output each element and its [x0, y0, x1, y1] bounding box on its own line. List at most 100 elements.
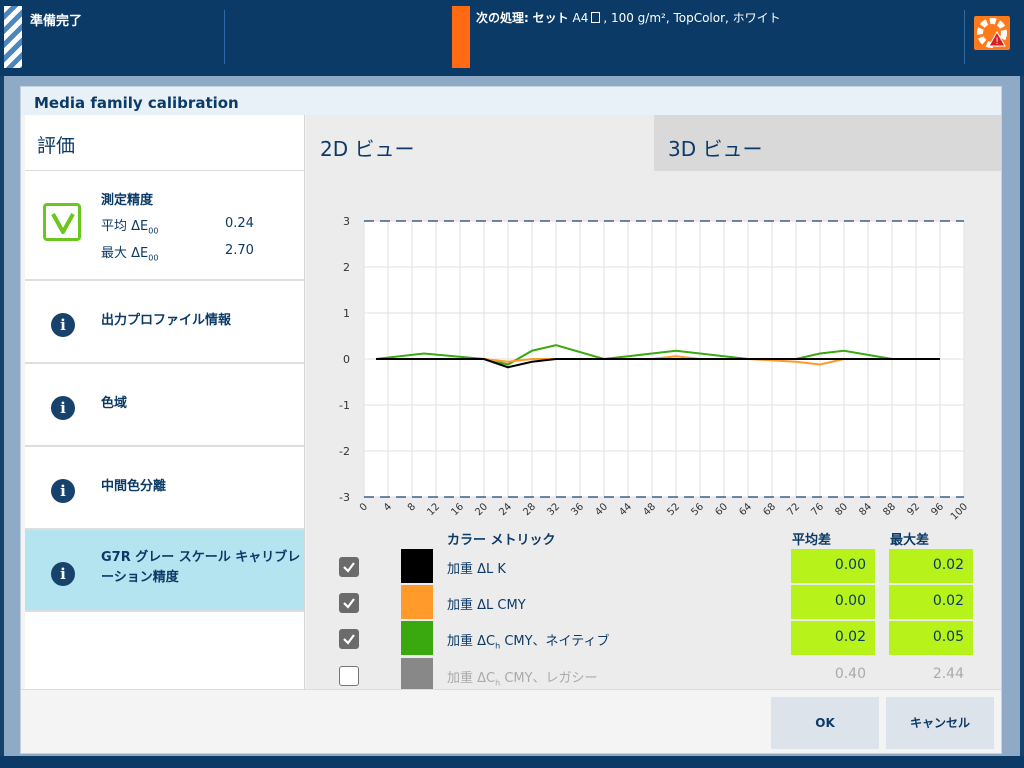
x-tick-label: 20 — [473, 501, 490, 518]
average-delta-e-value: 0.24 — [225, 216, 254, 231]
x-tick-label: 44 — [617, 501, 634, 518]
printer-status: 準備完了 — [30, 14, 83, 29]
media-family-calibration-dialog: Media family calibration 評価 測定精度 平均 ΔE00… — [20, 86, 1002, 754]
x-tick-label: 52 — [665, 501, 682, 518]
next-job-name: セット — [532, 11, 569, 25]
tab-3d-view[interactable]: 3D ビュー — [654, 115, 1001, 171]
printer-status-bar: 準備完了 次の処理: セット A4 , 100 g/m², TopColor, ホ… — [0, 0, 1024, 76]
grayscale-deviation-chart: 0 4 8 12 16 20 24 28 32 36 40 44 48 52 56 60 64 68 72 76 80 8… — [339, 215, 970, 523]
metric-name-header: カラー メトリック — [447, 533, 556, 548]
midtone-separation-item[interactable]: i 中間色分離 — [25, 447, 304, 530]
x-tick-label: 56 — [689, 501, 706, 518]
gamut-label: 色域 — [101, 396, 128, 411]
max-delta-e-label: 最大 ΔE00 — [101, 246, 159, 263]
metric-ch-native-checkbox[interactable] — [339, 629, 359, 649]
metric-ch-legacy-max: 2.44 — [932, 666, 964, 682]
midtone-separation-label: 中間色分離 — [101, 479, 167, 494]
g7r-grayscale-accuracy-item[interactable]: i G7R グレー スケール キャリブレーション精度 — [25, 530, 304, 612]
x-tick-label: 28 — [521, 501, 538, 518]
check-icon — [43, 203, 81, 241]
x-tick-label: 16 — [449, 501, 466, 518]
x-tick-label: 96 — [929, 501, 946, 518]
next-job-indicator — [452, 6, 470, 68]
evaluation-header: 評価 — [25, 115, 304, 171]
x-tick-label: 76 — [809, 501, 826, 518]
svg-text:!: ! — [995, 37, 999, 47]
y-tick-label: -3 — [339, 491, 350, 504]
output-profile-info-item[interactable]: i 出力プロファイル情報 — [25, 281, 304, 364]
metric-k-name: 加重 ΔL K — [447, 562, 506, 577]
x-tick-label: 84 — [857, 501, 874, 518]
y-tick-label: -1 — [339, 399, 350, 412]
evaluation-detail-pane: 2D ビュー 3D ビュー 0 4 8 12 16 20 24 28 32 36 40 44 48 52 5… — [306, 115, 1001, 692]
metric-cmy-max: 0.02 — [889, 585, 973, 619]
x-tick-label: 88 — [881, 501, 898, 518]
divider — [964, 10, 965, 64]
average-diff-header: 平均差 — [792, 533, 832, 548]
x-tick-label: 100 — [949, 501, 970, 522]
info-icon: i — [51, 313, 75, 337]
tab-2d-view[interactable]: 2D ビュー — [306, 115, 654, 171]
cancel-button[interactable]: キャンセル — [886, 697, 994, 749]
color-metrics-table: カラー メトリック 平均差 最大差 加重 ΔL K 0.00 0.02 加重 Δ… — [306, 527, 1001, 692]
x-tick-label: 36 — [569, 501, 586, 518]
metric-ch-native-max: 0.05 — [889, 621, 973, 655]
info-icon: i — [51, 396, 75, 420]
view-tabs: 2D ビュー 3D ビュー — [306, 115, 1001, 171]
max-diff-header: 最大差 — [890, 533, 930, 548]
x-tick-label: 24 — [497, 501, 514, 518]
metric-ch-legacy-swatch — [401, 658, 433, 692]
color-wheel-warning-button[interactable]: ! — [974, 16, 1010, 50]
info-icon: i — [51, 562, 75, 586]
x-tick-label: 4 — [382, 501, 394, 513]
x-tick-label: 12 — [425, 501, 442, 518]
status-stripe-icon — [4, 6, 22, 68]
metric-k-swatch — [401, 549, 433, 583]
x-tick-label: 8 — [406, 501, 418, 513]
y-tick-label: 3 — [343, 215, 350, 228]
metric-ch-native-name: 加重 ΔCh CMY、ネイティブ — [447, 634, 610, 651]
checkmark-icon — [343, 598, 355, 609]
next-job-info[interactable]: 次の処理: セット A4 , 100 g/m², TopColor, ホワイト — [476, 9, 781, 26]
y-tick-label: 2 — [343, 261, 350, 274]
metric-cmy-checkbox[interactable] — [339, 593, 359, 613]
x-tick-label: 32 — [545, 501, 562, 518]
metric-cmy-avg: 0.00 — [791, 585, 875, 619]
metric-ch-native-swatch — [401, 621, 433, 655]
x-tick-label: 68 — [761, 501, 778, 518]
metric-ch-legacy-name: 加重 ΔCh CMY、レガシー — [447, 671, 598, 688]
output-profile-info-label: 出力プロファイル情報 — [101, 313, 232, 328]
metric-cmy-swatch — [401, 585, 433, 619]
next-job-label: 次の処理: — [476, 11, 529, 25]
metric-ch-native-avg: 0.02 — [791, 621, 875, 655]
measurement-accuracy-item[interactable]: 測定精度 平均 ΔE00 0.24 最大 ΔE00 2.70 — [25, 171, 304, 281]
checkmark-icon — [343, 634, 355, 645]
x-tick-label: 64 — [737, 501, 754, 518]
g7r-grayscale-accuracy-label: G7R グレー スケール キャリブレーション精度 — [101, 550, 301, 585]
evaluation-list: 評価 測定精度 平均 ΔE00 0.24 最大 ΔE00 2.70 i 出力プロ… — [25, 115, 305, 689]
y-tick-label: 1 — [343, 307, 350, 320]
max-delta-e-value: 2.70 — [225, 243, 254, 258]
background-bottom-bar — [0, 756, 1024, 768]
gamut-item[interactable]: i 色域 — [25, 364, 304, 447]
next-job-size: A4 — [572, 11, 589, 25]
metric-row-k: 加重 ΔL K 0.00 0.02 — [306, 549, 1001, 585]
checkmark-icon — [343, 562, 355, 573]
metric-cmy-name: 加重 ΔL CMY — [447, 598, 526, 613]
ok-button[interactable]: OK — [771, 697, 879, 749]
metric-row-ch-native: 加重 ΔCh CMY、ネイティブ 0.02 0.05 — [306, 621, 1001, 657]
metric-ch-legacy-checkbox[interactable] — [339, 666, 359, 686]
divider — [224, 10, 225, 64]
color-wheel-icon: ! — [977, 18, 1007, 48]
metric-k-checkbox[interactable] — [339, 557, 359, 577]
metric-k-avg: 0.00 — [791, 549, 875, 583]
dialog-footer: OK キャンセル — [21, 689, 1001, 753]
metric-row-cmy: 加重 ΔL CMY 0.00 0.02 — [306, 585, 1001, 621]
measurement-accuracy-title: 測定精度 — [101, 193, 154, 208]
info-icon: i — [51, 479, 75, 503]
x-tick-label: 72 — [785, 501, 802, 518]
x-tick-label: 92 — [905, 501, 922, 518]
average-delta-e-label: 平均 ΔE00 — [101, 219, 159, 236]
x-tick-label: 60 — [713, 501, 730, 518]
document-icon — [591, 12, 601, 23]
